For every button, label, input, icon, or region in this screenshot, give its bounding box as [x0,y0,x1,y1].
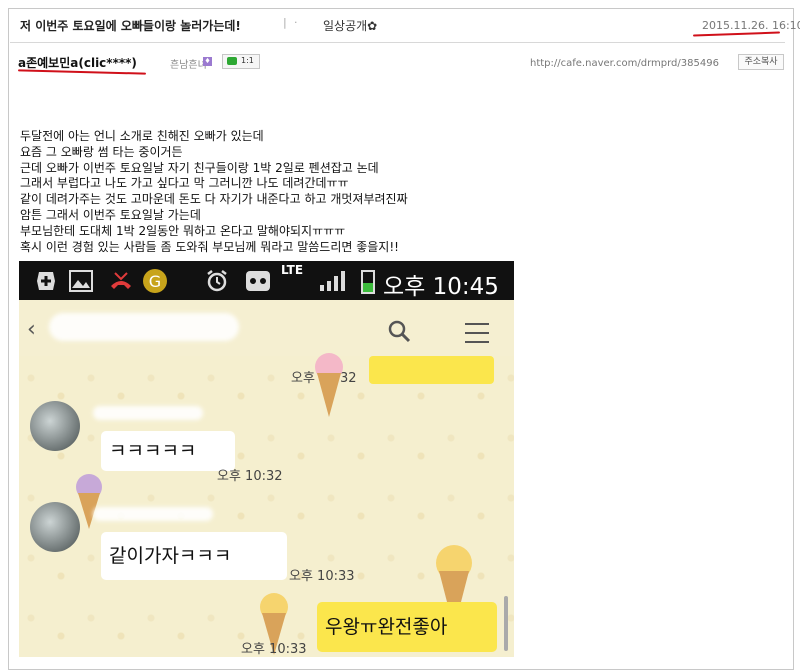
post-date: 2015.11.26. 16:10 [702,19,800,32]
chat-screenshot: G LTE 오후 10:45 ‹ 오후 10:32 ㅋㅋㅋㅋㅋ 오후 10 [19,261,514,657]
post-url[interactable]: http://cafe.naver.com/drmprd/385496 [530,58,719,69]
chat-scrollbar[interactable] [504,596,508,651]
signal-icon [320,271,345,291]
outgoing-message[interactable]: 우왕ㅠ완전좋아 [317,602,497,652]
chat-bubble-icon [227,57,237,65]
sender-name-blurred [93,406,203,420]
svg-text:G: G [149,272,161,291]
member-level: 흔남흔녀 [170,60,207,71]
incoming-message[interactable]: ㅋㅋㅋㅋㅋ [101,431,235,471]
alarm-icon [207,270,227,292]
back-icon[interactable]: ‹ [27,317,36,342]
avatar[interactable] [30,401,80,451]
body-line: 그래서 부럽다고 나도 가고 싶다고 막 그러니깐 나도 데려간데ㅠㅠ [20,176,349,191]
level-badge-icon: ♦ [203,57,212,66]
post-body: 두달전에 아는 언니 소개로 친해진 오빠가 있는데 요즘 그 오빠랑 썸 타는… [20,129,408,255]
body-line: 같이 데려가주는 것도 고마운데 돈도 다 자기가 내준다고 하고 개멋져부려진… [20,192,408,207]
avatar[interactable] [30,502,80,552]
sender-name-blurred [93,507,213,521]
network-type: LTE [281,263,304,277]
message-time: 오후 10:33 [241,642,307,657]
body-line: 근데 오빠가 이번주 토요일날 자기 친구들이랑 1박 2일로 펜션잡고 논데 [20,160,379,175]
title-separator: | [283,16,287,29]
search-icon[interactable] [387,319,411,343]
incoming-message[interactable]: 같이가자ㅋㅋㅋ [101,532,287,580]
chat-count: 1:1 [241,56,254,65]
missed-call-icon [111,272,131,289]
post-category[interactable]: 일상공개✿ [323,17,377,34]
battery-icon [361,270,375,294]
phone-status-bar: G LTE 오후 10:45 [19,261,514,300]
app-g-icon: G [143,269,167,293]
message-time: 오후 10:33 [289,569,355,584]
body-line: 요즘 그 오빠랑 썸 타는 중이거든 [20,144,183,159]
voicemail-icon [246,271,270,291]
body-line: 두달전에 아는 언니 소개로 친해진 오빠가 있는데 [20,129,264,143]
header-divider [10,42,785,43]
icecream-decoration-icon [315,353,343,417]
outgoing-bubble-partial [369,356,494,384]
chat-button[interactable]: 1:1 [222,54,260,69]
post-title[interactable]: 저 이번주 토요일에 오빠들이랑 놀러가는데! [20,17,241,34]
menu-icon[interactable] [465,323,489,343]
body-line: 부모님한테 도대체 1박 2일동안 뭐하고 온다고 말해야되지ㅠㅠㅠ [20,223,346,238]
add-icon [37,272,55,290]
copy-url-button[interactable]: 주소복사 [738,54,784,70]
chat-room-name-blurred [49,313,239,341]
message-time: 오후 10:32 [217,469,283,484]
body-line: 혹시 이런 경험 있는 사람들 좀 도와줘 부모님께 뭐라고 말씀드리면 좋을지… [20,239,399,254]
post-header: 저 이번주 토요일에 오빠들이랑 놀러가는데! | · 일상공개✿ 2015.1… [10,12,800,38]
image-icon [69,270,93,292]
post-author[interactable]: a존예보민a(clic****) [18,54,137,71]
status-time: 오후 10:45 [383,274,499,300]
title-separator-dot: · [294,16,298,29]
body-line: 암튼 그래서 이번주 토요일날 가는데 [20,207,201,222]
